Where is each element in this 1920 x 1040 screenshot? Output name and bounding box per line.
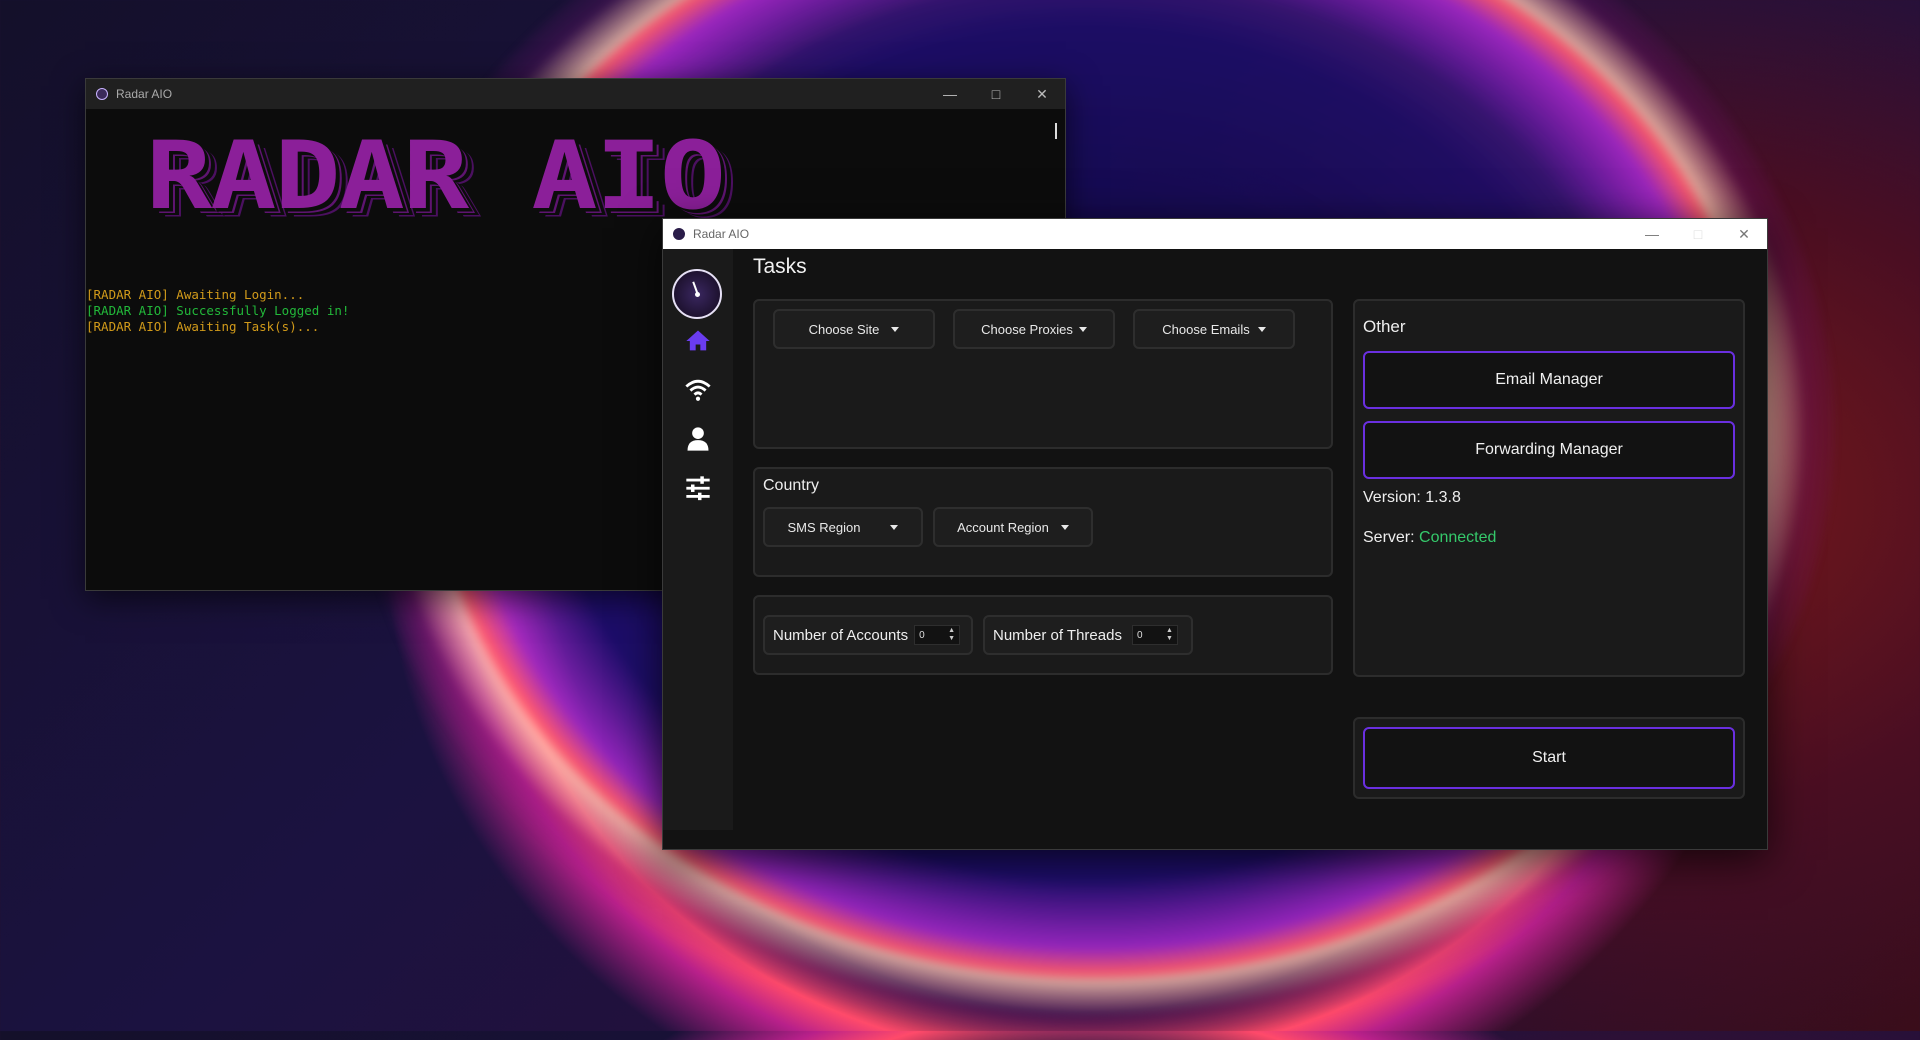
sidebar [663, 249, 733, 830]
close-icon[interactable]: ✕ [1721, 226, 1767, 243]
choose-proxies-label: Choose Proxies [981, 321, 1073, 337]
minimize-icon[interactable]: — [1629, 226, 1675, 242]
radar-logo [672, 269, 722, 319]
chevron-down-icon [890, 524, 899, 530]
forwarding-manager-button[interactable]: Forwarding Manager [1363, 421, 1735, 479]
stepper-arrows-icon[interactable]: ▲ ▼ [948, 627, 955, 643]
server-status: Server: Connected [1363, 529, 1496, 547]
threads-group: Number of Threads 0 ▲ ▼ [983, 615, 1193, 655]
log-line: [RADAR AIO] Successfully Logged in! [86, 303, 350, 318]
account-region-dropdown[interactable]: Account Region [933, 507, 1093, 547]
accounts-value: 0 [919, 629, 925, 641]
console-title: Radar AIO [116, 87, 173, 101]
other-panel: Other Email Manager Forwarding Manager V… [1353, 299, 1745, 677]
app-title: Radar AIO [693, 227, 750, 241]
radar-logo-icon [673, 228, 685, 240]
start-panel: Start [1353, 717, 1745, 799]
country-label: Country [763, 477, 820, 494]
accounts-label: Number of Accounts [773, 626, 909, 644]
ascii-banner: RADAR AIO [146, 121, 726, 231]
chevron-down-icon [1060, 524, 1069, 530]
sliders-icon[interactable] [684, 474, 712, 502]
page-title: Tasks [753, 255, 807, 278]
accounts-group: Number of Accounts 0 ▲ ▼ [763, 615, 973, 655]
server-status-value: Connected [1419, 529, 1497, 546]
chevron-down-icon [1257, 326, 1266, 332]
numbers-panel: Number of Accounts 0 ▲ ▼ Number of Thread… [753, 595, 1333, 675]
accounts-stepper[interactable]: 0 ▲ ▼ [914, 625, 961, 645]
threads-label: Number of Threads [993, 626, 1122, 644]
threads-stepper[interactable]: 0 ▲ ▼ [1131, 625, 1178, 645]
task-selectors-panel: Choose Site Choose Proxies Choose Emails [753, 299, 1333, 449]
app-titlebar: Radar AIO — □ ✕ [663, 219, 1767, 249]
maximize-icon[interactable]: □ [973, 86, 1019, 102]
start-button[interactable]: Start [1363, 727, 1735, 789]
home-icon[interactable] [684, 327, 712, 355]
app-window: Radar AIO — □ ✕ Tasks Choose Site Choose… [662, 218, 1768, 850]
text-cursor [1055, 123, 1057, 139]
threads-value: 0 [1136, 629, 1143, 641]
sms-region-dropdown[interactable]: SMS Region [763, 507, 923, 547]
chevron-down-icon [1078, 326, 1087, 332]
console-log: [RADAR AIO] Awaiting Login... [RADAR AIO… [86, 287, 349, 335]
server-label: Server: [1363, 529, 1415, 546]
wifi-icon[interactable] [684, 376, 712, 404]
choose-site-label: Choose Site [808, 321, 880, 337]
log-line: [RADAR AIO] Awaiting Login... [86, 287, 305, 302]
country-panel: Country SMS Region Account Region [753, 467, 1333, 577]
choose-emails-label: Choose Emails [1162, 321, 1250, 337]
maximize-icon[interactable]: □ [1675, 226, 1721, 242]
log-line: [RADAR AIO] Awaiting Task(s)... [86, 319, 320, 334]
sms-region-label: SMS Region [787, 519, 861, 535]
close-icon[interactable]: ✕ [1019, 86, 1065, 103]
main-content: Tasks Choose Site Choose Proxies Choose … [733, 249, 1767, 849]
chevron-down-icon [891, 326, 900, 332]
account-region-label: Account Region [957, 519, 1049, 535]
version-text: Version: 1.3.8 [1363, 489, 1461, 506]
stepper-arrows-icon[interactable]: ▲ ▼ [1166, 627, 1173, 643]
console-titlebar: Radar AIO — □ ✕ [86, 79, 1065, 109]
other-label: Other [1363, 317, 1406, 336]
choose-site-dropdown[interactable]: Choose Site [773, 309, 935, 349]
email-manager-button[interactable]: Email Manager [1363, 351, 1735, 409]
minimize-icon[interactable]: — [927, 86, 973, 102]
user-icon[interactable] [684, 425, 712, 453]
radar-logo-icon [96, 88, 108, 100]
choose-emails-dropdown[interactable]: Choose Emails [1133, 309, 1295, 349]
choose-proxies-dropdown[interactable]: Choose Proxies [953, 309, 1115, 349]
